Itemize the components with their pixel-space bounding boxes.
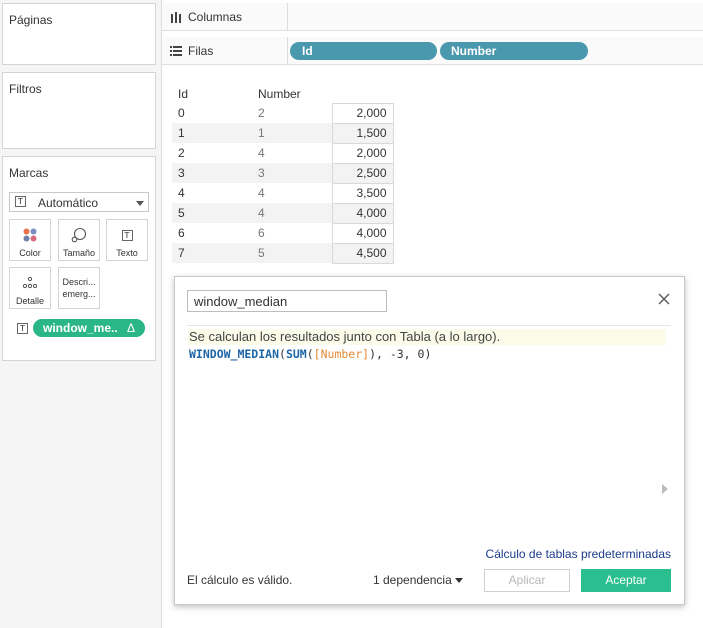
validation-status: El cálculo es válido. [187,573,293,587]
columns-label: Columnas [188,10,243,24]
size-icon [59,227,99,243]
cell-id: 5 [172,203,252,223]
table-row[interactable]: 6 6 4,000 [172,222,394,244]
table-row[interactable]: 7 5 4,500 [172,242,394,264]
cell-value: 2,000 [331,142,394,164]
pages-card: Páginas [2,3,156,65]
color-label: Color [19,248,41,258]
tooltip-label-line1: Descri... [62,277,96,287]
cell-id: 7 [172,243,252,263]
table-row[interactable]: 3 3 2,500 [172,162,394,184]
color-button[interactable]: Color [9,219,51,261]
header-id: Id [178,86,189,101]
cell-value: 3,500 [331,182,394,204]
cell-value: 4,000 [331,222,394,244]
pages-title: Páginas [9,13,53,27]
columns-icon [170,11,182,26]
compute-info-text: Se calculan los resultados junto con Tab… [188,329,666,345]
cell-value: 1,500 [331,122,394,144]
dependencies-label: 1 dependencia [373,573,452,587]
text-mark-icon: T [15,196,26,207]
cell-id: 4 [178,186,185,200]
rows-icon [170,45,182,60]
rows-label: Filas [188,44,214,58]
shelf-divider [287,37,288,65]
filters-title: Filtros [9,82,42,96]
detail-icon [10,275,50,291]
cell-id: 0 [178,106,185,120]
marks-pill-window-median[interactable]: window_me.. Δ [33,319,145,337]
rows-pill-number-label: Number [451,44,497,58]
cell-number: 1 [252,123,332,143]
caret-down-icon [454,578,463,584]
rows-pill-number[interactable]: Number [440,42,588,60]
header-number: Number [258,86,301,101]
data-table: Id Number 0 2 2,000 1 1 1,500 2 4 2,000 … [172,84,394,264]
text-icon: T [107,227,147,243]
cell-number: 4 [258,146,265,160]
text-label: Texto [116,248,138,258]
cell-number: 2 [258,106,265,120]
calculation-dialog: Se calculan los resultados junto con Tab… [174,276,685,605]
formula-rest: ), -3, 0) [369,347,432,361]
formula-open: ( [279,347,286,361]
apply-button[interactable]: Aplicar [484,569,570,592]
text-encoding-icon: T [17,323,28,334]
cell-id: 3 [172,163,252,183]
cell-number: 4 [252,203,332,223]
default-table-calc-link[interactable]: Cálculo de tablas predeterminadas [486,547,671,561]
accept-button[interactable]: Aceptar [581,569,671,592]
left-panel: Páginas Filtros Marcas T Automático Colo… [0,0,162,628]
cell-number: 6 [258,226,265,240]
chevron-down-icon [136,201,144,206]
columns-shelf[interactable]: Columnas [162,3,703,31]
cell-value: 4,500 [331,242,394,264]
mark-type-dropdown[interactable]: T Automático [9,192,149,212]
cell-value: 2,000 [331,102,394,124]
cell-number: 3 [252,163,332,183]
marks-title: Marcas [9,166,49,180]
expand-arrow-icon[interactable] [662,484,668,494]
rows-pill-id[interactable]: Id [290,42,437,60]
calculation-name-input[interactable] [187,290,387,312]
cell-number: 4 [258,186,265,200]
cell-id: 1 [172,123,252,143]
formula-agg-open: ( [306,347,314,361]
formula-editor[interactable]: Se calculan los resultados junto con Tab… [187,325,671,525]
detail-label: Detalle [15,296,44,306]
formula-agg: SUM [285,347,307,361]
table-row[interactable]: 4 4 3,500 [172,182,394,204]
formula-field: [Number] [313,347,370,361]
cell-value: 4,000 [331,202,394,224]
cell-number: 5 [252,243,332,263]
shelf-divider [287,3,288,31]
rows-pill-id-label: Id [302,44,313,58]
color-icon [10,227,50,243]
close-icon[interactable] [656,291,672,307]
size-label: Tamaño [62,248,96,258]
header-value [332,84,393,103]
rows-shelf[interactable]: Filas Id Number [162,37,703,65]
dependencies-dropdown[interactable]: 1 dependencia [373,573,463,587]
size-button[interactable]: Tamaño [58,219,100,261]
table-header-row: Id Number [172,84,393,103]
detail-button[interactable]: Detalle [9,267,51,309]
text-button[interactable]: T Texto [106,219,148,261]
marks-card: Marcas T Automático Color Tamaño T Texto… [2,156,156,361]
tooltip-label-line2: emerg... [62,289,96,299]
formula-text[interactable]: WINDOW_MEDIAN(SUM([Number]), -3, 0) [189,347,431,361]
cell-value: 2,500 [331,162,394,184]
cell-id: 6 [178,226,185,240]
marks-pill-label: window_me.. [43,321,118,335]
table-row[interactable]: 5 4 4,000 [172,202,394,224]
filters-card: Filtros [2,72,156,149]
formula-function: WINDOW_MEDIAN [189,347,280,361]
cell-id: 2 [178,146,185,160]
tooltip-button[interactable]: Descri... emerg... [58,267,100,309]
delta-icon: Δ [126,321,135,335]
mark-type-label: Automático [38,196,99,210]
table-row[interactable]: 2 4 2,000 [172,142,394,164]
table-row[interactable]: 1 1 1,500 [172,122,394,144]
table-row[interactable]: 0 2 2,000 [172,102,394,124]
